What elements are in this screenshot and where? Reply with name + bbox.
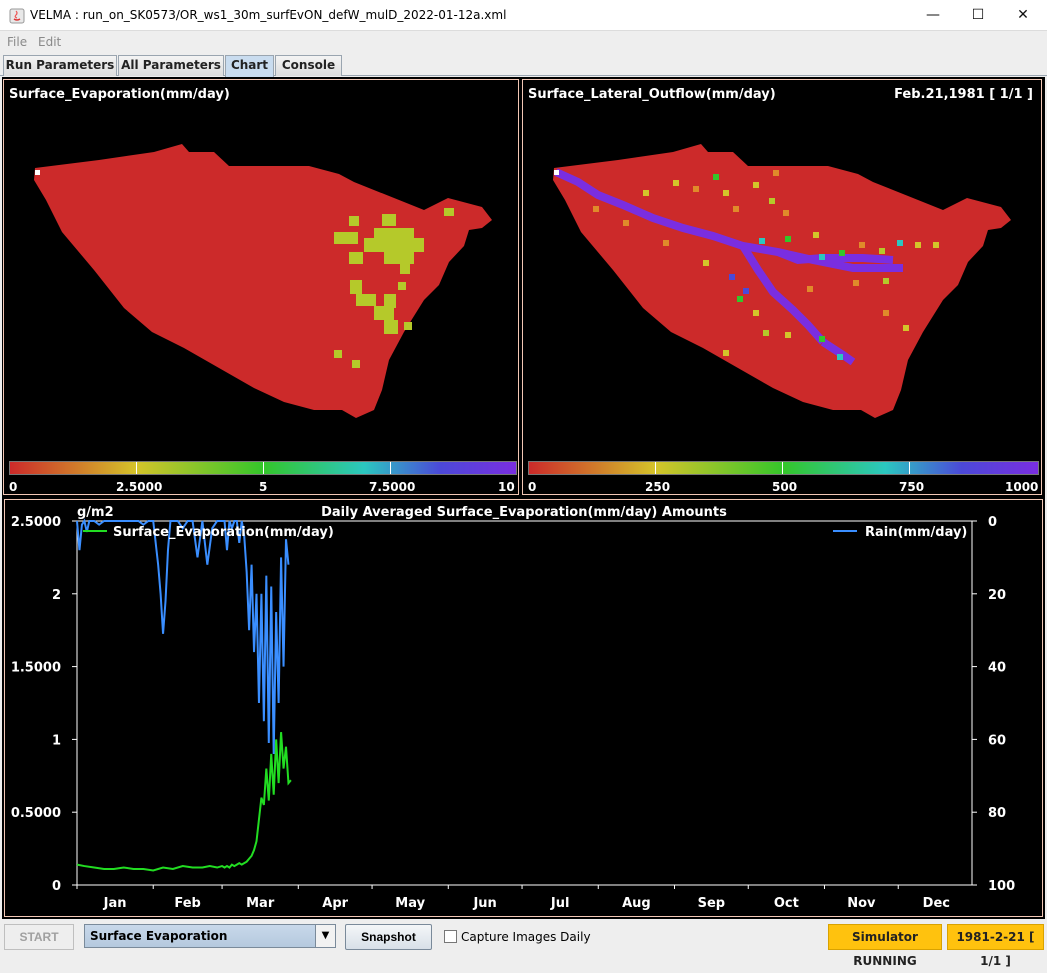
x-tick-label-month: Sep	[698, 896, 726, 911]
colorbar-tickmark	[655, 462, 656, 474]
java-app-icon	[9, 8, 25, 24]
outflow-colorbar	[528, 461, 1039, 475]
outflow-map	[553, 144, 1011, 418]
outlet-marker	[35, 170, 40, 175]
y-left-axis: 2.5000 2 1.5000 1 0.5000 0	[11, 515, 77, 894]
x-tick-label-month: Feb	[174, 896, 200, 911]
tab-all-parameters[interactable]: All Parameters	[118, 55, 224, 76]
title-bar: VELMA : run_on_SK0573/OR_ws1_30m_surfEvO…	[0, 0, 1047, 31]
colorbar-tickmark	[263, 462, 264, 474]
colorbar-tickmark	[136, 462, 137, 474]
close-button[interactable]: ✕	[1000, 0, 1046, 31]
y-left-tick-label: 1.5000	[11, 661, 61, 676]
x-tick-label-month: Oct	[774, 896, 799, 911]
colorbar-tick-3: 7.5000	[369, 480, 416, 494]
simulator-status-badge: Simulator RUNNING	[828, 924, 942, 968]
y-right-tick-label: 0	[988, 515, 997, 530]
menu-bar: File Edit	[0, 32, 1047, 53]
y-left-unit: g/m2	[77, 505, 114, 520]
y-right-tick-label: 60	[988, 733, 1006, 748]
colorbar-tick-4: 1000	[1005, 480, 1039, 494]
colorbar-tick-2: 5	[259, 480, 268, 494]
capture-images-daily-label: Capture Images Daily	[461, 930, 591, 944]
plot-frame	[76, 520, 973, 886]
chart-title: Daily Averaged Surface_Evaporation(mm/da…	[321, 505, 727, 520]
colorbar-tickmark	[390, 462, 391, 474]
y-left-tick-label: 0.5000	[11, 806, 61, 821]
x-tick-label-month: Jan	[103, 896, 127, 911]
maximize-button[interactable]: ☐	[955, 0, 1001, 31]
minimize-button[interactable]: —	[910, 0, 956, 31]
rain-series-line	[76, 518, 290, 754]
minimize-icon: —	[926, 7, 940, 23]
tab-console[interactable]: Console	[275, 55, 342, 76]
tab-run-parameters[interactable]: Run Parameters	[3, 55, 117, 76]
surface-evaporation-panel: Surface_Evaporation(mm/day) 0 2.5000 5 7…	[3, 79, 519, 495]
x-axis: Jan Feb Mar Apr May Jun Jul Aug Sep Oct Nov Dec	[76, 885, 950, 911]
x-tick-label-month: Jul	[550, 896, 570, 911]
y-left-tick-label: 2	[52, 588, 61, 603]
surface-lateral-outflow-panel: Surface_Lateral_Outflow(mm/day) Feb.21,1…	[522, 79, 1042, 495]
colorbar-tick-1: 250	[645, 480, 671, 494]
x-tick-label-month: Dec	[923, 896, 950, 911]
maximize-icon: ☐	[971, 7, 985, 23]
layer-dropdown-value: Surface Evaporation	[90, 929, 228, 943]
y-right-tick-label: 20	[988, 588, 1006, 603]
x-tick-label-month: Nov	[847, 896, 876, 911]
snapshot-button[interactable]: Snapshot	[345, 924, 432, 950]
evaporation-series-line	[76, 732, 292, 872]
legend-rain-label: Rain(mm/day)	[865, 525, 967, 540]
tab-bar: Run Parameters All Parameters Chart Cons…	[0, 55, 1047, 77]
y-right-tick-label: 40	[988, 661, 1006, 676]
checkbox-icon[interactable]	[444, 930, 457, 943]
menu-edit[interactable]: Edit	[38, 35, 61, 49]
watershed-shape	[553, 144, 1011, 418]
colorbar-tickmark	[909, 462, 910, 474]
y-right-tick-label: 80	[988, 806, 1006, 821]
start-button[interactable]: START	[4, 924, 74, 950]
x-tick-label-month: Jun	[472, 896, 496, 911]
y-right-tick-label: 100	[988, 879, 1015, 894]
x-tick-label-month: Aug	[622, 896, 651, 911]
y-left-tick-label: 1	[52, 733, 61, 748]
colorbar-tick-1: 2.5000	[116, 480, 163, 494]
colorbar-tick-0: 0	[9, 480, 18, 494]
menu-file[interactable]: File	[7, 35, 27, 49]
chart-content-area: Surface_Evaporation(mm/day) 0 2.5000 5 7…	[2, 77, 1045, 919]
close-icon: ✕	[1017, 7, 1029, 23]
watershed-shape	[34, 144, 492, 418]
colorbar-tick-3: 750	[899, 480, 925, 494]
y-right-axis: 0 20 40 60 80 100	[972, 515, 1015, 894]
time-series-chart: Daily Averaged Surface_Evaporation(mm/da…	[11, 505, 1015, 911]
y-left-tick-label: 0	[52, 879, 61, 894]
chevron-down-icon[interactable]: ▼	[315, 925, 335, 947]
capture-images-daily-checkbox[interactable]: Capture Images Daily	[444, 930, 591, 944]
tab-chart[interactable]: Chart	[225, 55, 274, 77]
right-panel-title: Surface_Lateral_Outflow(mm/day)	[528, 87, 776, 102]
colorbar-tick-0: 0	[528, 480, 537, 494]
x-tick-label-month: May	[395, 896, 425, 911]
x-tick-label-month: Mar	[246, 896, 275, 911]
window-title: VELMA : run_on_SK0573/OR_ws1_30m_surfEvO…	[30, 8, 507, 22]
time-series-chart-panel: Daily Averaged Surface_Evaporation(mm/da…	[4, 499, 1043, 917]
colorbar-tickmark	[782, 462, 783, 474]
bottom-toolbar: START Surface Evaporation ▼ Snapshot Cap…	[0, 921, 1047, 968]
simulation-date-badge: 1981-2-21 [ 1/1 ]	[947, 924, 1044, 968]
legend-evaporation-label: Surface_Evaporation(mm/day)	[113, 525, 334, 540]
colorbar-tick-4: 10	[498, 480, 515, 494]
colorbar-tick-2: 500	[772, 480, 798, 494]
right-panel-date: Feb.21,1981 [ 1/1 ]	[894, 87, 1033, 102]
x-tick-label-month: Apr	[322, 896, 348, 911]
layer-dropdown[interactable]: Surface Evaporation ▼	[84, 924, 336, 948]
evaporation-map	[34, 144, 492, 418]
outlet-marker	[554, 170, 559, 175]
y-left-tick-label: 2.5000	[11, 515, 61, 530]
left-panel-title: Surface_Evaporation(mm/day)	[9, 87, 230, 102]
